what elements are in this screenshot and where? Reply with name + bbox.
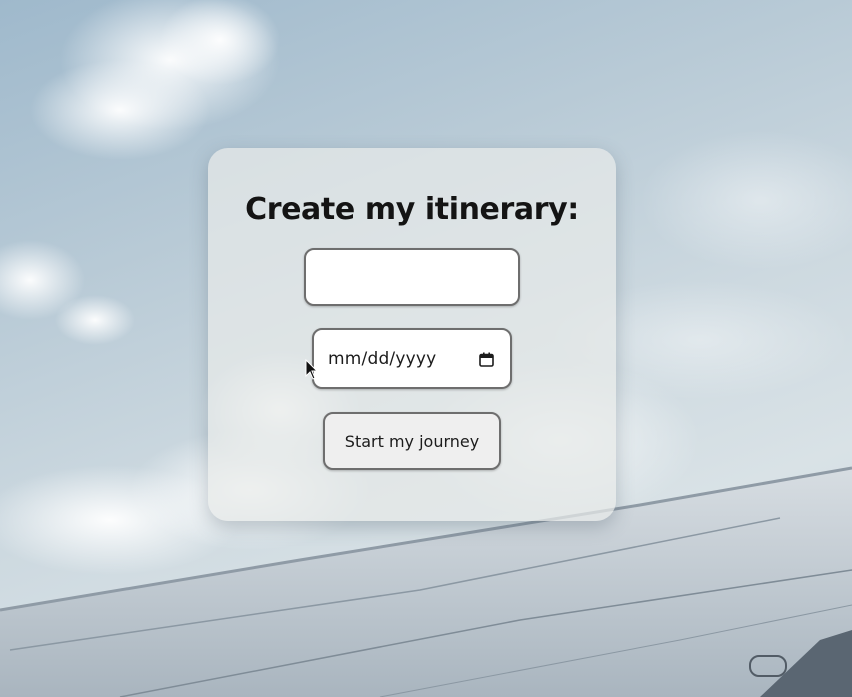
date-placeholder: mm/dd/yyyy (328, 348, 437, 369)
mouse-cursor-icon (305, 359, 319, 380)
date-input[interactable]: mm/dd/yyyy (312, 328, 512, 389)
form-title: Create my itinerary: (245, 192, 579, 227)
form-title-container: Create my itinerary: (208, 192, 616, 227)
start-journey-button[interactable]: Start my journey (323, 412, 501, 470)
calendar-icon[interactable] (479, 352, 494, 367)
destination-input[interactable] (304, 248, 520, 306)
page-background: Create my itinerary: mm/dd/yyyy Start my… (0, 0, 852, 697)
